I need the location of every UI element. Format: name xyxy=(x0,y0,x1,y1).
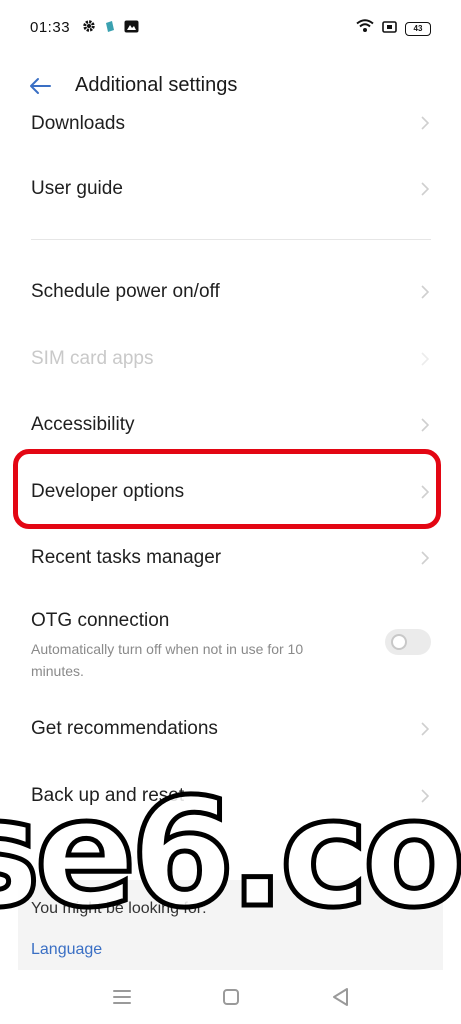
watermark: bse6.com xyxy=(0,765,461,926)
toggle-knob xyxy=(391,634,407,650)
list-item-label: Recent tasks manager xyxy=(31,547,222,568)
list-item-label: Schedule power on/off xyxy=(31,281,220,302)
chevron-right-icon xyxy=(421,551,430,565)
chevron-right-icon xyxy=(421,285,430,299)
list-item-label: OTG connection xyxy=(31,610,170,631)
list-item-label: SIM card apps xyxy=(31,348,154,369)
list-item-recent-tasks[interactable]: Recent tasks manager xyxy=(0,533,461,583)
back-nav-button[interactable] xyxy=(329,986,353,1008)
list-item-downloads[interactable]: Downloads xyxy=(0,114,461,134)
chevron-right-icon xyxy=(421,116,430,130)
navigation-bar xyxy=(0,970,461,1024)
list-item-schedule-power[interactable]: Schedule power on/off xyxy=(0,267,461,317)
list-item-user-guide[interactable]: User guide xyxy=(0,165,461,215)
suggestion-link-language[interactable]: Language xyxy=(31,941,102,959)
otg-toggle[interactable] xyxy=(385,629,431,655)
list-item-label: Accessibility xyxy=(31,414,135,435)
highlight-box xyxy=(13,449,441,529)
chevron-right-icon xyxy=(421,182,430,196)
list-item-subtitle: Automatically turn off when not in use f… xyxy=(31,641,304,679)
list-item-accessibility[interactable]: Accessibility xyxy=(0,400,461,450)
watermark-text: bse6.com xyxy=(0,767,461,925)
chevron-right-icon xyxy=(421,418,430,432)
home-nav-button[interactable] xyxy=(219,986,243,1008)
section-divider xyxy=(31,239,431,240)
chevron-right-icon xyxy=(421,352,430,366)
list-item-otg-connection[interactable]: OTG connection Automatically turn off wh… xyxy=(0,598,461,688)
list-item-sim-card-apps: SIM card apps xyxy=(0,334,461,384)
list-item-label: User guide xyxy=(31,178,123,199)
menu-nav-button[interactable] xyxy=(110,986,134,1008)
list-item-label: Downloads xyxy=(31,114,125,134)
